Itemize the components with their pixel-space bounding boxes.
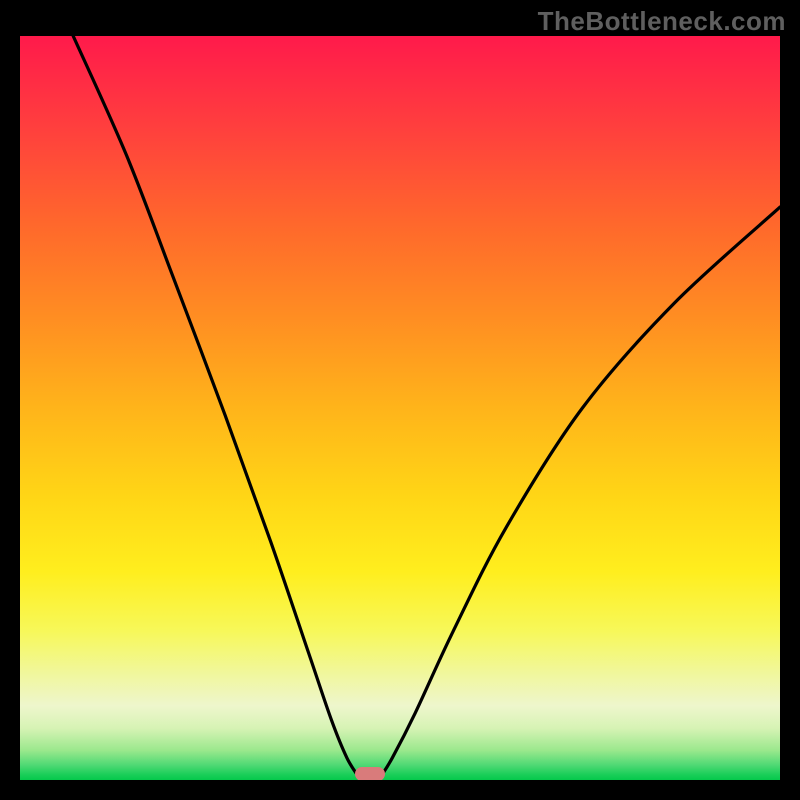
plot-area xyxy=(20,36,780,780)
curve-left-branch xyxy=(73,36,358,776)
chart-container: TheBottleneck.com xyxy=(0,0,800,800)
curve-svg xyxy=(20,36,780,780)
watermark-text: TheBottleneck.com xyxy=(538,6,786,37)
minimum-marker xyxy=(355,767,385,780)
curve-right-branch xyxy=(381,207,780,776)
